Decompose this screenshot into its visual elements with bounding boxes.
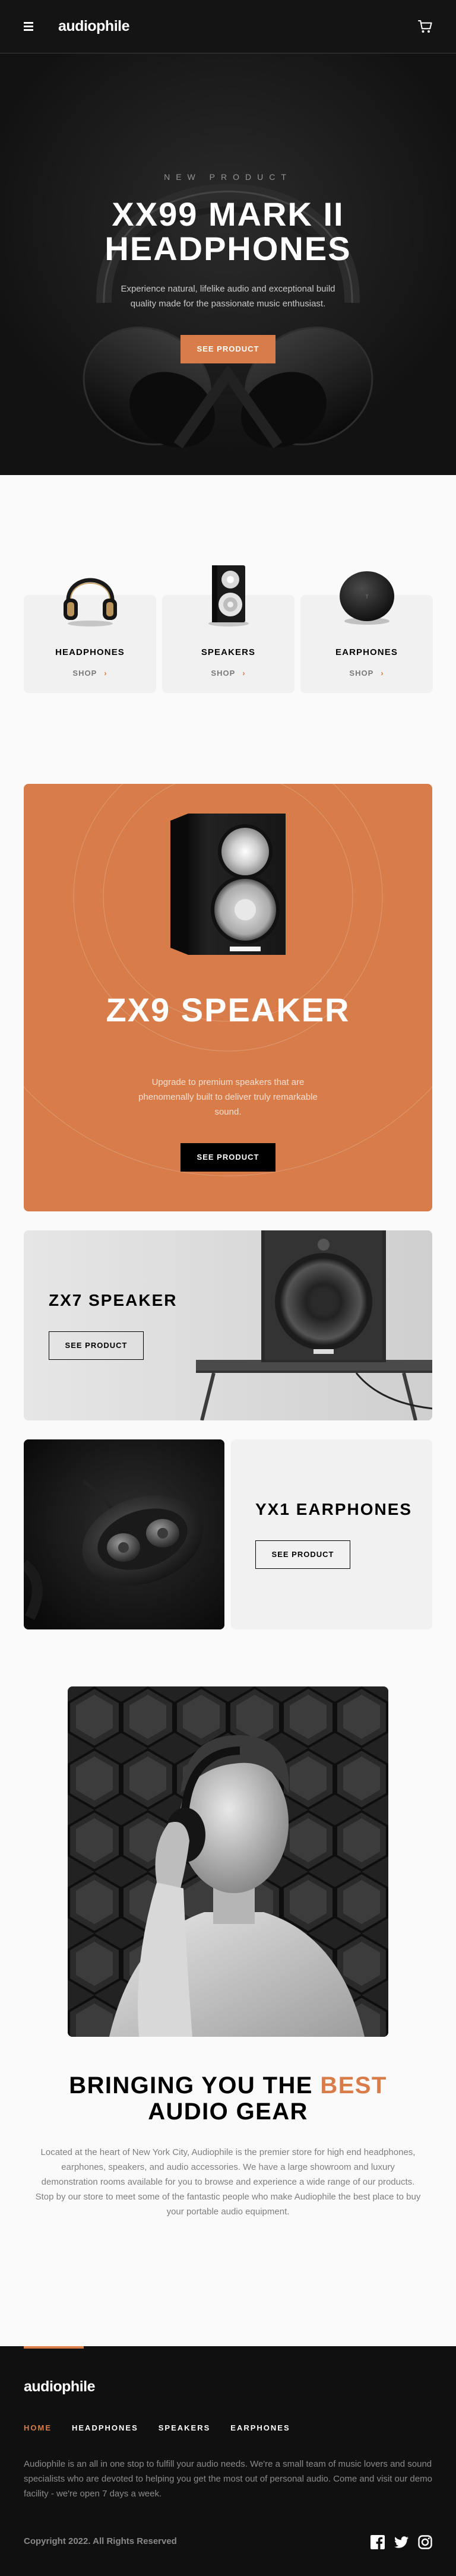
yx1-earphones-image <box>24 1439 224 1629</box>
hero-section: audiophile New Product <box>0 0 456 475</box>
footer-nav-earphones[interactable]: Earphones <box>230 2423 290 2432</box>
about-section: Bringing you the best audio gear Located… <box>0 1686 456 2219</box>
hero-title: XX99 Mark II Headphones <box>104 195 352 267</box>
category-card-headphones[interactable]: Headphones Shop › <box>24 578 156 693</box>
category-title: Speakers <box>201 647 256 657</box>
category-title: Earphones <box>335 647 398 657</box>
yx1-promo-section: YX1 Earphones See Product <box>24 1439 432 1629</box>
zx7-see-product-button[interactable]: See Product <box>49 1331 144 1360</box>
zx7-promo-card: ZX7 Speaker See Product <box>24 1230 432 1420</box>
about-description: Located at the heart of New York City, A… <box>35 2147 421 2217</box>
twitter-icon[interactable] <box>394 2535 408 2549</box>
footer-nav-headphones[interactable]: Headphones <box>72 2423 138 2432</box>
yx1-info-card: YX1 Earphones See Product <box>231 1439 432 1629</box>
category-shop-link[interactable]: Shop › <box>300 669 433 678</box>
hero-overline: New Product <box>164 172 292 182</box>
chevron-right-icon: › <box>104 669 107 678</box>
footer-nav-home[interactable]: Home <box>24 2423 52 2432</box>
social-links <box>370 2535 432 2549</box>
hero-see-product-button[interactable]: See Product <box>180 335 276 363</box>
facebook-icon[interactable] <box>370 2535 385 2549</box>
chevron-right-icon: › <box>242 669 246 678</box>
yx1-see-product-button[interactable]: See Product <box>255 1540 350 1569</box>
footer-description: Audiophile is an all in one stop to fulf… <box>24 2459 432 2499</box>
chevron-right-icon: › <box>381 669 384 678</box>
hamburger-icon[interactable] <box>24 22 33 31</box>
category-shop-link[interactable]: Shop › <box>162 669 294 678</box>
top-navigation-bar: audiophile <box>0 0 456 53</box>
hero-content: New Product XX99 Mark II Headphones Expe… <box>0 172 456 363</box>
categories-section: Headphones Shop › Speakers Shop › <box>0 564 456 784</box>
yx1-title: YX1 Earphones <box>255 1500 413 1518</box>
site-footer: audiophile Home Headphones Speakers Earp… <box>0 2346 456 2576</box>
about-title: Bringing you the best audio gear <box>69 2072 387 2125</box>
zx9-description: Upgrade to premium speakers that are phe… <box>138 1077 318 1117</box>
footer-accent-bar <box>24 2346 84 2349</box>
zx7-speaker-image <box>24 1230 432 1420</box>
about-title-accent: best <box>320 2072 387 2099</box>
zx7-title: ZX7 Speaker <box>49 1291 178 1309</box>
headphones-thumbnail <box>63 578 117 626</box>
zx9-speaker-image <box>170 814 286 955</box>
svg-text:T: T <box>365 594 369 600</box>
category-card-earphones[interactable]: T Earphones Shop › <box>300 571 433 693</box>
hero-description: Experience natural, lifelike audio and e… <box>121 284 335 309</box>
footer-copyright: Copyright 2022. All Rights Reserved <box>24 2536 177 2546</box>
zx9-title: ZX9 Speaker <box>106 991 350 1028</box>
category-title: Headphones <box>55 647 125 657</box>
footer-nav-speakers[interactable]: Speakers <box>159 2423 211 2432</box>
earphones-thumbnail: T <box>339 571 394 625</box>
cart-icon[interactable] <box>418 20 432 33</box>
speakers-thumbnail <box>208 565 249 626</box>
footer-logo[interactable]: audiophile <box>24 2378 96 2395</box>
site-logo[interactable]: audiophile <box>58 18 130 35</box>
zx9-see-product-button[interactable]: See Product <box>180 1143 276 1172</box>
footer-navigation: Home Headphones Speakers Earphones <box>24 2423 290 2432</box>
category-card-speakers[interactable]: Speakers Shop › <box>162 565 294 693</box>
category-shop-link[interactable]: Shop › <box>24 669 156 678</box>
about-man-with-headphones-image <box>68 1686 388 2037</box>
instagram-icon[interactable] <box>418 2535 432 2549</box>
zx9-promo-card: ZX9 Speaker Upgrade to premium speakers … <box>24 784 432 1211</box>
